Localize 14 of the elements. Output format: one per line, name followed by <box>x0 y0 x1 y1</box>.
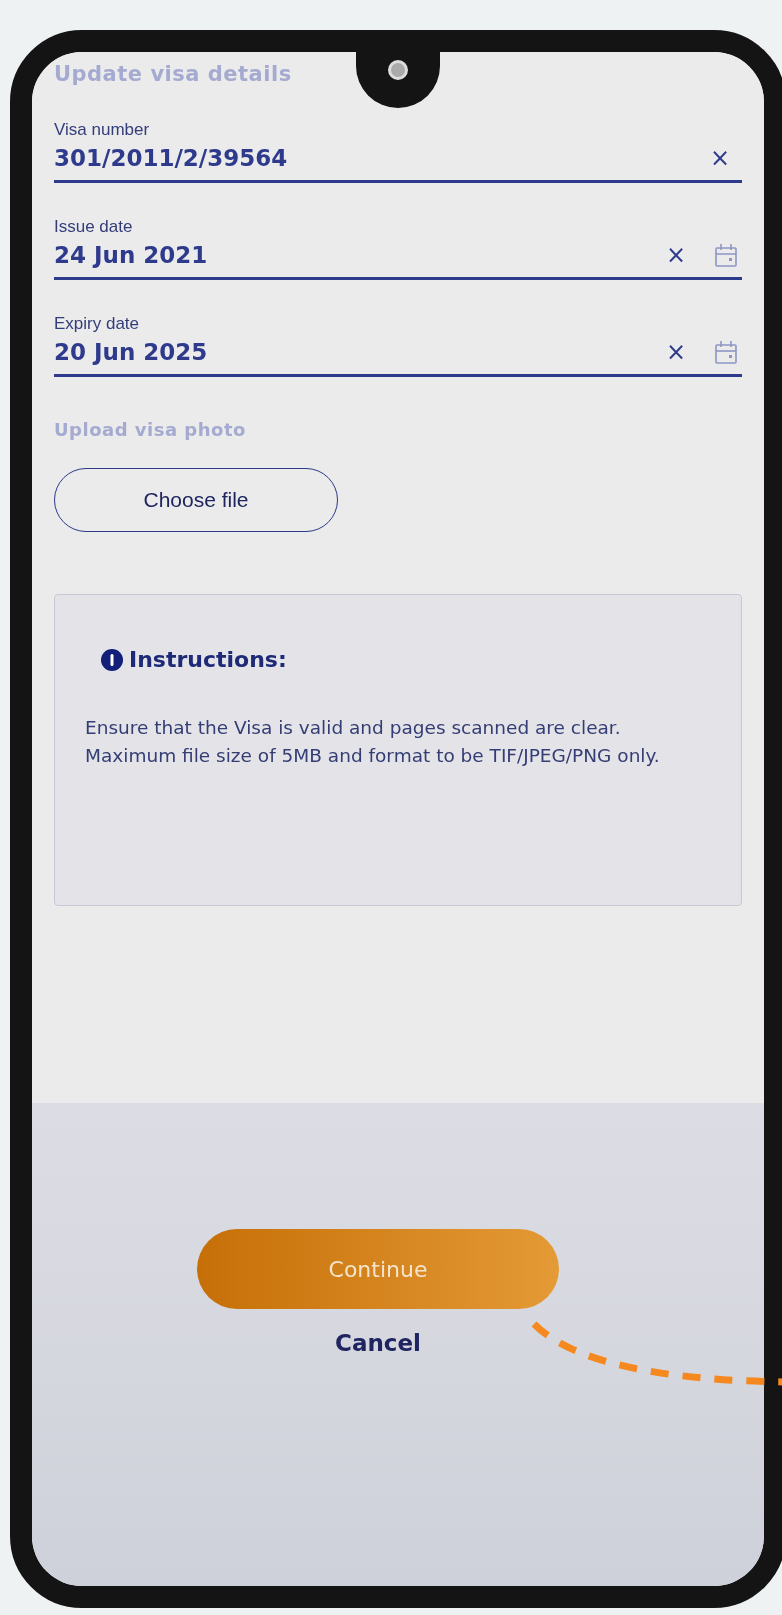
input-field[interactable]: Visa number 301/2011/2/39564 × <box>54 120 742 183</box>
clear-icon[interactable]: × <box>665 241 698 269</box>
clear-icon[interactable]: × <box>665 338 698 366</box>
cancel-link[interactable]: Cancel <box>329 1329 427 1357</box>
calendar-icon[interactable] <box>714 339 738 365</box>
input-field[interactable]: Issue date 24 Jun 2021 × <box>54 217 742 280</box>
instructions-title: Instructions: <box>129 647 287 672</box>
clear-icon[interactable]: × <box>709 144 742 172</box>
upload-label: Upload visa photo <box>54 419 247 440</box>
input-field[interactable]: Expiry date 20 Jun 2025 × <box>54 314 742 377</box>
screen-title: Update visa details <box>54 62 293 86</box>
info-icon <box>101 648 123 671</box>
calendar-icon[interactable] <box>714 242 738 268</box>
instructions-text: Ensure that the Visa is valid and pages scanned are clear. Maximum file size of 5MB and format to be TIF/JPEG/PNG only. <box>85 716 661 768</box>
